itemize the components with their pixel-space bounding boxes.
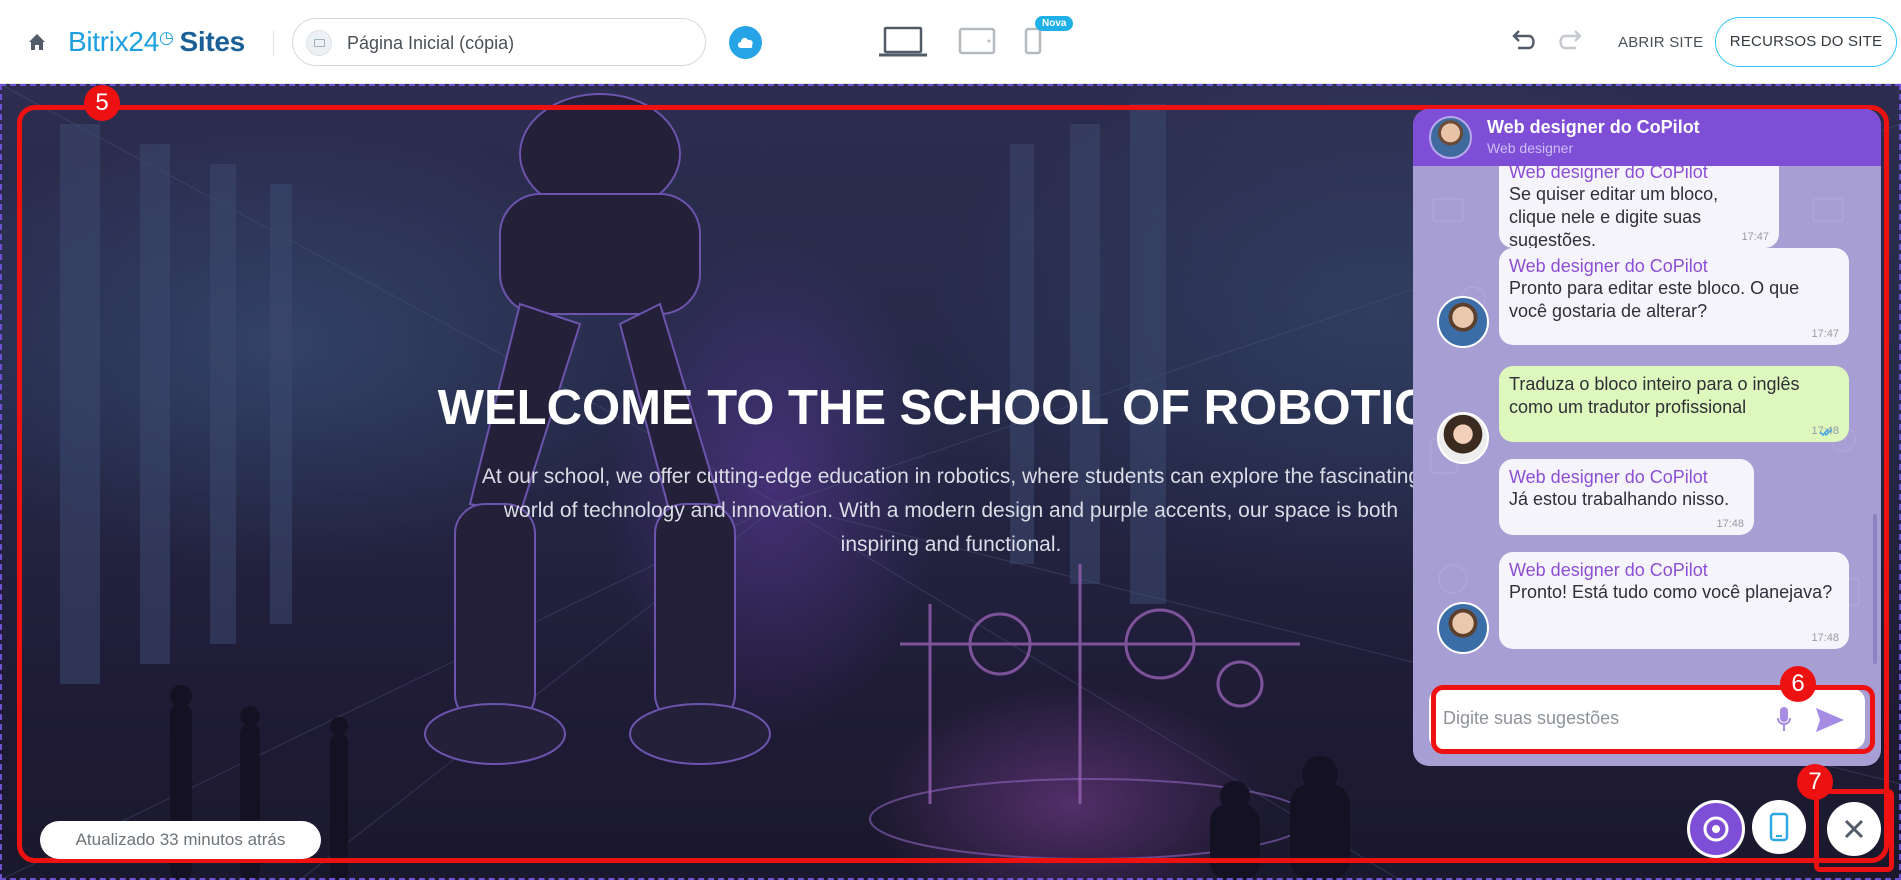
- redo-icon[interactable]: [1558, 29, 1584, 53]
- mobile-preview-button[interactable]: [1752, 800, 1806, 854]
- page-thumbnail-icon: [306, 30, 332, 56]
- site-resources-button[interactable]: RECURSOS DO SITE: [1715, 17, 1897, 67]
- message-author: Web designer do CoPilot: [1509, 166, 1708, 182]
- message-author: Web designer do CoPilot: [1509, 256, 1708, 276]
- chat-message: Web designer do CoPilot Já estou trabalh…: [1499, 459, 1754, 535]
- chat-header: Web designer do CoPilot Web designer: [1413, 109, 1881, 166]
- last-updated-label: Atualizado 33 minutos atrás: [40, 821, 321, 859]
- open-site-link[interactable]: ABRIR SITE: [1618, 34, 1703, 51]
- message-text: Pronto! Está tudo como você planejava?: [1509, 582, 1833, 602]
- annotation-number-5: 5: [84, 85, 120, 121]
- message-text: Se quiser editar um bloco, clique nele e…: [1509, 184, 1719, 250]
- new-badge: Nova: [1035, 16, 1074, 31]
- chat-assistant-role: Web designer: [1487, 140, 1574, 156]
- clock-icon: ◷: [158, 28, 174, 47]
- message-text: Pronto para editar este bloco. O que voc…: [1509, 278, 1800, 321]
- annotation-number-6: 6: [1780, 666, 1816, 702]
- message-text: Já estou trabalhando nisso.: [1509, 489, 1730, 509]
- chat-scrollbar[interactable]: [1873, 514, 1877, 664]
- message-author: Web designer do CoPilot: [1509, 560, 1708, 580]
- message-text: Traduza o bloco inteiro para o inglês co…: [1509, 374, 1800, 417]
- mobile-icon: [1769, 812, 1789, 842]
- copilot-icon: [1703, 816, 1729, 842]
- page-selector[interactable]: Página Inicial (cópia): [292, 18, 706, 66]
- assistant-avatar: [1437, 602, 1489, 654]
- editor-stage: WELCOME TO THE SCHOOL OF ROBOTICS At our…: [0, 84, 1901, 880]
- tablet-icon[interactable]: [958, 27, 996, 55]
- undo-icon[interactable]: [1510, 29, 1536, 53]
- chat-messages[interactable]: Web designer do CoPilot Se quiser editar…: [1413, 166, 1881, 686]
- bitrix24-sites-logo[interactable]: Bitrix24◷ Sites: [68, 26, 245, 58]
- chat-assistant-name: Web designer do CoPilot: [1487, 117, 1700, 137]
- close-button[interactable]: [1827, 802, 1881, 856]
- cloud-save-icon[interactable]: [729, 26, 762, 59]
- logo-text: Bitrix24: [68, 26, 159, 57]
- chat-message: Web designer do CoPilot Se quiser editar…: [1499, 166, 1779, 250]
- chat-message: Web designer do CoPilot Pronto! Está tud…: [1499, 552, 1849, 649]
- annotation-number-7: 7: [1797, 764, 1833, 800]
- home-icon[interactable]: [26, 31, 48, 53]
- phone-icon[interactable]: [1024, 27, 1042, 55]
- assistant-avatar: [1429, 116, 1472, 159]
- message-author: Web designer do CoPilot: [1509, 467, 1708, 487]
- chat-message: Web designer do CoPilot Pronto para edit…: [1499, 248, 1849, 345]
- close-icon: [1844, 819, 1864, 839]
- message-time: 17:48: [1716, 518, 1744, 530]
- page-name: Página Inicial (cópia): [347, 33, 515, 53]
- top-toolbar: Bitrix24◷ Sites Página Inicial (cópia) No…: [0, 0, 1901, 84]
- laptop-icon[interactable]: [878, 25, 928, 59]
- copilot-chat-panel: Web designer do CoPilot Web designer Web…: [1413, 109, 1881, 766]
- read-checkmark-icon: [1819, 428, 1833, 437]
- assistant-avatar: [1437, 296, 1489, 348]
- chat-message-user: Traduza o bloco inteiro para o inglês co…: [1499, 366, 1849, 442]
- message-time: 17:47: [1811, 328, 1839, 340]
- message-time: 17:47: [1741, 231, 1769, 243]
- logo-suffix: Sites: [179, 26, 246, 57]
- message-time: 17:48: [1811, 632, 1839, 644]
- user-avatar: [1437, 412, 1489, 464]
- copilot-button[interactable]: [1687, 800, 1745, 858]
- divider: [273, 30, 274, 56]
